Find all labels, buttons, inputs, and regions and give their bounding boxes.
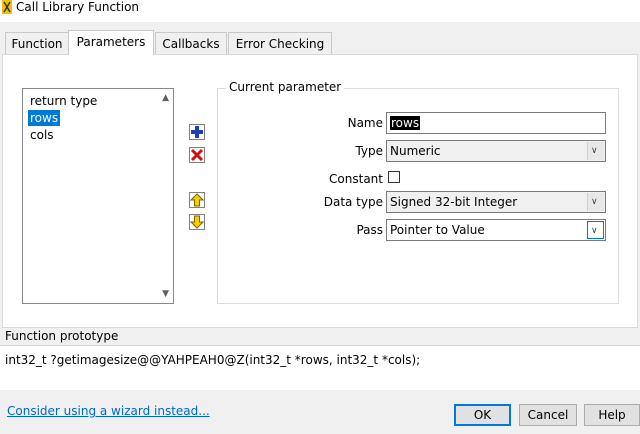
type-value: Numeric (390, 144, 441, 158)
chevron-down-icon: ∨ (591, 197, 598, 207)
chevron-down-icon: ∨ (591, 226, 598, 236)
name-value: rows (390, 116, 421, 130)
scroll-down-icon[interactable]: ▼ (162, 289, 169, 299)
type-label: Type (355, 144, 383, 158)
group-label: Current parameter (226, 80, 345, 94)
move-down-button[interactable] (189, 214, 205, 230)
cancel-button[interactable]: Cancel (519, 404, 577, 426)
list-item-rows[interactable]: rows (28, 110, 61, 126)
list-item-return-type[interactable]: return type (28, 93, 99, 109)
type-dropdown-button[interactable]: ∨ (587, 142, 604, 160)
list-item-cols[interactable]: cols (28, 127, 56, 143)
chevron-down-icon: ∨ (591, 146, 598, 156)
constant-label: Constant (329, 172, 383, 186)
scroll-up-icon[interactable]: ▲ (162, 93, 169, 103)
title-bar: Call Library Function (0, 0, 640, 22)
arrow-up-icon (190, 193, 204, 207)
help-button[interactable]: Help (584, 404, 640, 426)
tab-callbacks[interactable]: Callbacks (155, 32, 227, 54)
name-label: Name (347, 116, 383, 130)
pass-dropdown-button[interactable]: ∨ (587, 221, 604, 239)
tab-error-checking[interactable]: Error Checking (228, 32, 332, 54)
pass-value: Pointer to Value (390, 223, 485, 237)
tab-parameters[interactable]: Parameters (68, 30, 154, 55)
window-title: Call Library Function (16, 0, 140, 14)
app-icon (2, 0, 12, 14)
data-type-value: Signed 32-bit Integer (390, 195, 518, 209)
data-type-dropdown-button[interactable]: ∨ (587, 193, 604, 211)
arrow-down-icon (190, 215, 204, 229)
prototype-text: int32_t ?getimagesize@@YAHPEAH0@Z(int32_… (0, 345, 640, 390)
parameter-list[interactable]: return type rows cols ▲ ▼ (22, 88, 174, 304)
pass-dropdown[interactable]: Pointer to Value ∨ (386, 219, 606, 241)
constant-checkbox[interactable] (388, 171, 400, 183)
type-dropdown[interactable]: Numeric ∨ (386, 140, 606, 162)
move-up-button[interactable] (189, 192, 205, 208)
wizard-link[interactable]: Consider using a wizard instead... (7, 404, 210, 418)
data-type-dropdown[interactable]: Signed 32-bit Integer ∨ (386, 191, 606, 213)
add-parameter-button[interactable] (189, 124, 205, 140)
plus-icon (191, 126, 203, 138)
x-icon (190, 148, 204, 162)
delete-parameter-button[interactable] (189, 147, 205, 163)
tab-function[interactable]: Function (5, 32, 69, 54)
name-field[interactable]: rows (386, 112, 606, 134)
pass-label: Pass (356, 223, 383, 237)
data-type-label: Data type (323, 195, 383, 209)
ok-button[interactable]: OK (454, 404, 511, 426)
prototype-header: Function prototype (0, 328, 640, 345)
